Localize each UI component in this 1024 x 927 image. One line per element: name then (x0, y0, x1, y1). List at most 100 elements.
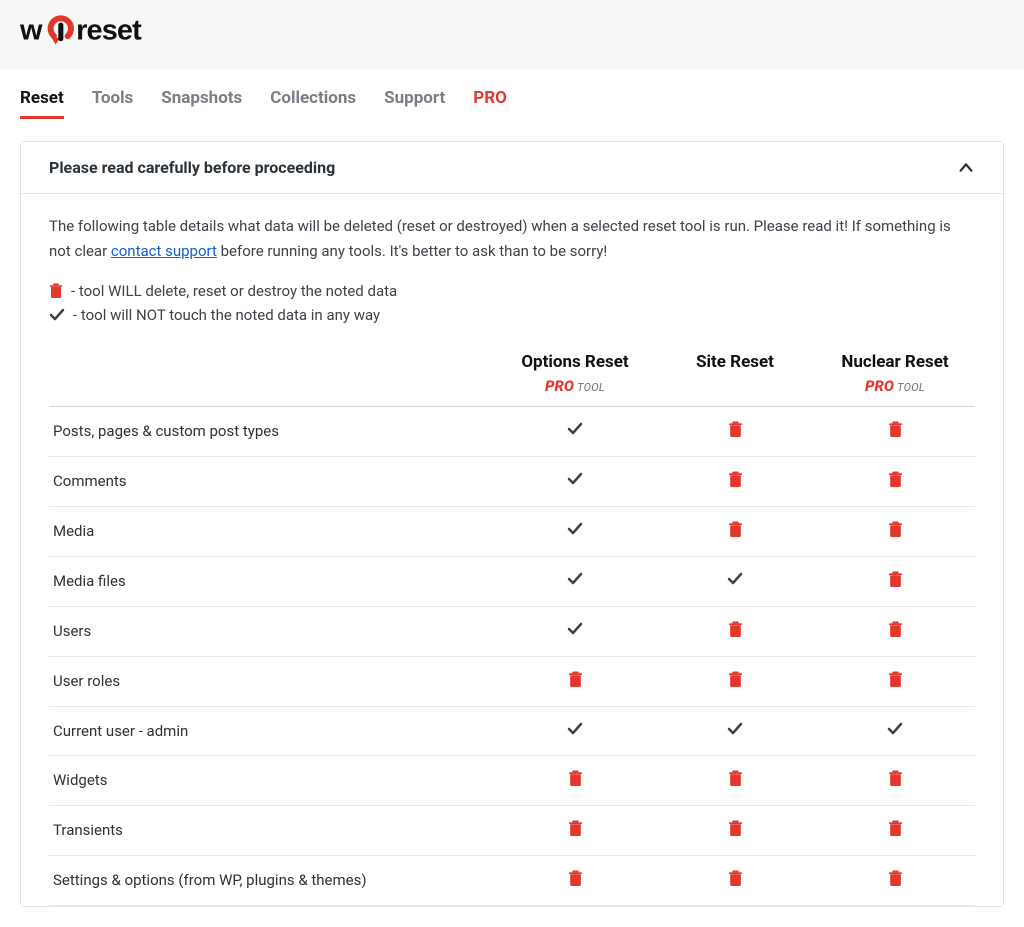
trash-icon (728, 471, 743, 488)
table-row: Current user - admin (49, 706, 975, 755)
trash-icon (888, 671, 903, 688)
row-label: Media files (49, 556, 495, 606)
cell-check (815, 706, 975, 755)
trash-icon (568, 770, 583, 787)
tab-collections[interactable]: Collections (270, 88, 356, 119)
cell-check (655, 706, 815, 755)
card-header-toggle[interactable]: Please read carefully before proceeding (21, 142, 1003, 194)
column-subheader: PRO TOOL (495, 376, 655, 407)
cell-check (495, 406, 655, 456)
cell-trash (815, 556, 975, 606)
cell-trash (815, 606, 975, 656)
cell-trash (495, 755, 655, 805)
cell-check (495, 556, 655, 606)
row-label: Media (49, 506, 495, 556)
tab-reset[interactable]: Reset (20, 88, 64, 119)
trash-icon (728, 870, 743, 887)
check-icon (567, 471, 583, 487)
trash-icon (888, 621, 903, 638)
check-icon (567, 571, 583, 587)
cell-trash (815, 855, 975, 905)
column-subheader (655, 376, 815, 407)
table-row: Media (49, 506, 975, 556)
table-row: Users (49, 606, 975, 656)
check-icon (727, 721, 743, 737)
column-header: Site Reset (655, 352, 815, 376)
trash-icon (49, 283, 63, 299)
trash-icon (888, 820, 903, 837)
wpreset-logo-icon: w reset (20, 14, 190, 48)
row-label: Transients (49, 805, 495, 855)
row-label: Posts, pages & custom post types (49, 406, 495, 456)
check-icon (49, 307, 65, 323)
trash-icon (888, 421, 903, 438)
intro-text: The following table details what data wi… (49, 214, 975, 264)
table-row: User roles (49, 656, 975, 706)
column-header: Options Reset (495, 352, 655, 376)
tab-tools[interactable]: Tools (92, 88, 134, 119)
cell-trash (815, 805, 975, 855)
row-label: Widgets (49, 755, 495, 805)
cell-check (655, 556, 815, 606)
check-icon (727, 571, 743, 587)
trash-icon (728, 621, 743, 638)
cell-trash (815, 456, 975, 506)
legend-keep-text: - tool will NOT touch the noted data in … (73, 306, 380, 324)
cell-trash (815, 755, 975, 805)
table-row: Settings & options (from WP, plugins & t… (49, 855, 975, 905)
trash-icon (728, 521, 743, 538)
trash-icon (728, 671, 743, 688)
reset-comparison-table: Options ResetSite ResetNuclear Reset PRO… (49, 352, 975, 906)
row-label: User roles (49, 656, 495, 706)
row-label: Settings & options (from WP, plugins & t… (49, 855, 495, 905)
cell-trash (655, 855, 815, 905)
trash-icon (888, 471, 903, 488)
check-icon (567, 721, 583, 737)
cell-trash (815, 656, 975, 706)
legend-delete: - tool WILL delete, reset or destroy the… (49, 282, 975, 300)
trash-icon (568, 820, 583, 837)
trash-icon (568, 870, 583, 887)
cell-trash (655, 456, 815, 506)
legend: - tool WILL delete, reset or destroy the… (49, 282, 975, 324)
tab-bar: Reset Tools Snapshots Collections Support PRO (20, 70, 1004, 119)
trash-icon (728, 820, 743, 837)
row-label: Comments (49, 456, 495, 506)
check-icon (567, 621, 583, 637)
trash-icon (888, 521, 903, 538)
card-body: The following table details what data wi… (21, 194, 1003, 906)
check-icon (567, 421, 583, 437)
intro-post: before running any tools. It's better to… (217, 242, 607, 260)
contact-support-link[interactable]: contact support (111, 242, 217, 260)
cell-trash (495, 855, 655, 905)
warning-card: Please read carefully before proceeding … (20, 141, 1004, 907)
table-row: Media files (49, 556, 975, 606)
legend-keep: - tool will NOT touch the noted data in … (49, 306, 975, 324)
row-label: Current user - admin (49, 706, 495, 755)
chevron-up-icon (957, 159, 975, 177)
tab-pro[interactable]: PRO (473, 88, 507, 119)
cell-check (495, 506, 655, 556)
tab-support[interactable]: Support (384, 88, 445, 119)
cell-check (495, 606, 655, 656)
tab-snapshots[interactable]: Snapshots (161, 88, 242, 119)
app-header: w reset (0, 0, 1024, 70)
svg-text:reset: reset (76, 15, 142, 47)
table-row: Transients (49, 805, 975, 855)
cell-trash (655, 805, 815, 855)
cell-check (495, 706, 655, 755)
table-row: Posts, pages & custom post types (49, 406, 975, 456)
cell-trash (815, 506, 975, 556)
trash-icon (568, 671, 583, 688)
check-icon (567, 521, 583, 537)
card-title: Please read carefully before proceeding (49, 158, 335, 177)
cell-check (495, 456, 655, 506)
table-row: Comments (49, 456, 975, 506)
column-subheader: PRO TOOL (815, 376, 975, 407)
cell-trash (655, 606, 815, 656)
row-label: Users (49, 606, 495, 656)
cell-trash (655, 406, 815, 456)
cell-trash (655, 506, 815, 556)
trash-icon (888, 571, 903, 588)
cell-trash (655, 656, 815, 706)
